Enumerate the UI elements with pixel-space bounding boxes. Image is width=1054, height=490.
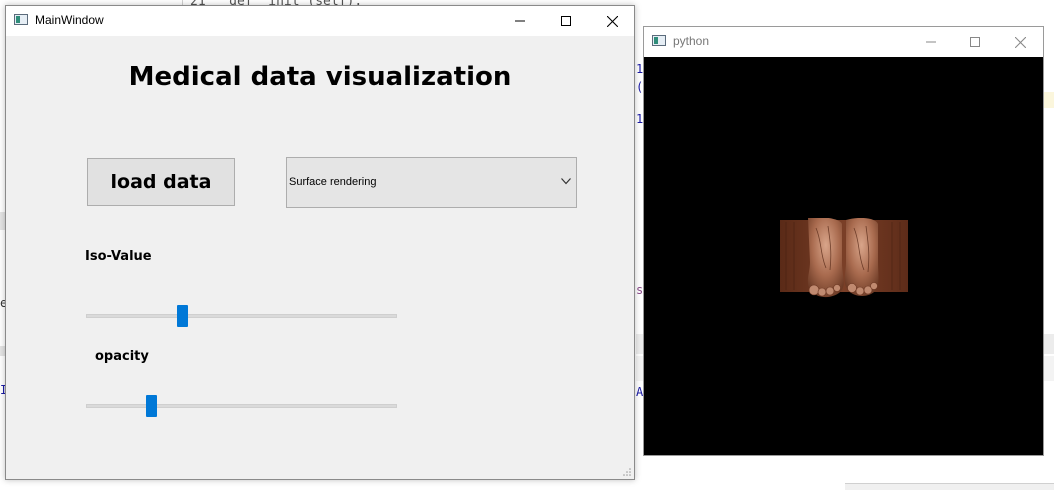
main-window: MainWindow Medical data visualization lo… [5,5,635,480]
render-window-titlebar[interactable]: python [644,27,1043,57]
close-icon [1014,36,1026,48]
iso-value-label: Iso-Value [85,249,152,264]
iso-value-slider-track[interactable] [86,314,397,318]
main-window-title: MainWindow [35,13,104,27]
close-icon [606,15,618,27]
maximize-button[interactable] [543,6,589,36]
minimize-button[interactable] [497,6,543,36]
page-title: Medical data visualization [128,62,512,92]
maximize-icon [561,16,571,26]
render-minimize-button[interactable] [909,27,953,57]
render-window: python [643,26,1044,456]
opacity-slider[interactable] [86,395,397,419]
render-close-button[interactable] [998,27,1042,57]
iso-value-slider[interactable] [86,305,397,329]
iso-value-slider-handle[interactable] [177,305,188,327]
load-data-button[interactable]: load data [87,158,235,206]
render-viewport[interactable] [644,57,1043,455]
resize-grip-icon[interactable] [623,468,631,476]
minimize-icon [515,20,525,22]
minimize-icon [926,41,936,43]
close-button[interactable] [589,6,635,36]
app-window-icon [14,14,28,25]
maximize-icon [970,37,980,47]
render-mode-dropdown[interactable]: Surface rendering [286,157,577,208]
opacity-slider-track[interactable] [86,404,397,408]
render-window-title: python [673,34,710,48]
main-window-titlebar[interactable]: MainWindow [6,6,634,36]
render-mode-selected: Surface rendering [289,176,377,188]
render-maximize-button[interactable] [953,27,997,57]
opacity-slider-handle[interactable] [146,395,157,417]
volume-render-image [780,218,908,297]
opacity-label: opacity [95,349,149,364]
chevron-down-icon [561,178,571,185]
app-window-icon [652,35,666,46]
